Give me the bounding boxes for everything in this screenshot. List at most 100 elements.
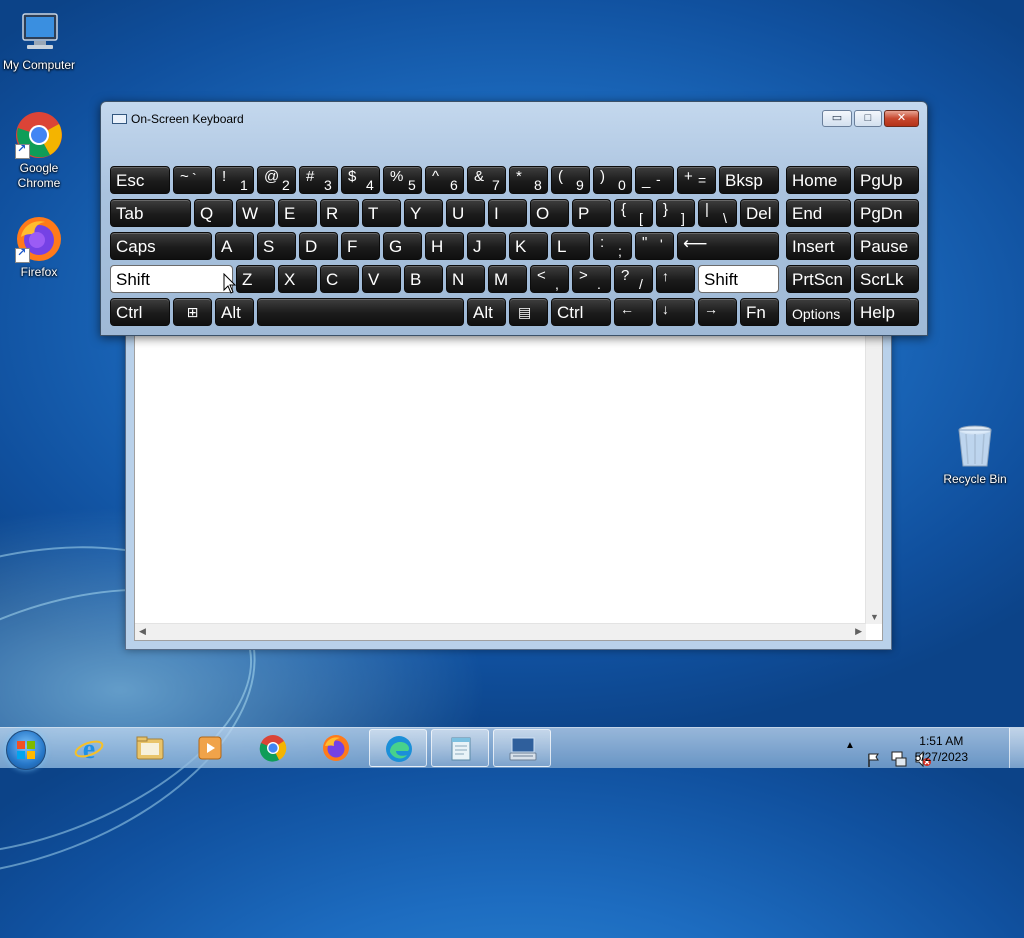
key-n[interactable]: N: [446, 265, 485, 293]
key-g[interactable]: G: [383, 232, 422, 260]
show-hidden-icons-arrow-icon[interactable]: ▲: [845, 740, 855, 780]
key-semicolon[interactable]: :;: [593, 232, 632, 260]
key-tilde[interactable]: ~ `: [173, 166, 212, 194]
key-up-arrow[interactable]: ↑: [656, 265, 695, 293]
desktop-icon-firefox[interactable]: Firefox: [1, 215, 77, 280]
key-options[interactable]: Options: [786, 298, 851, 326]
key-7[interactable]: & 7: [467, 166, 506, 194]
key-page-down[interactable]: PgDn: [854, 199, 919, 227]
key-v[interactable]: V: [362, 265, 401, 293]
key-right-bracket[interactable]: }]: [656, 199, 695, 227]
key-k[interactable]: K: [509, 232, 548, 260]
key-left-ctrl[interactable]: Ctrl: [110, 298, 170, 326]
key-right-alt[interactable]: Alt: [467, 298, 506, 326]
key-3[interactable]: #3: [299, 166, 338, 194]
key-comma[interactable]: <,: [530, 265, 569, 293]
key-fn[interactable]: Fn: [740, 298, 779, 326]
key-6[interactable]: ^ 6: [425, 166, 464, 194]
key-j[interactable]: J: [467, 232, 506, 260]
system-clock[interactable]: 1:51 AM 5/27/2023: [915, 733, 968, 765]
key-menu[interactable]: ▤: [509, 298, 548, 326]
horizontal-scrollbar[interactable]: ◀ ▶: [135, 623, 866, 640]
key-left-shift[interactable]: Shift: [110, 265, 233, 293]
vertical-scrollbar[interactable]: ▼: [865, 332, 882, 624]
key-9[interactable]: (9: [551, 166, 590, 194]
on-screen-keyboard-window[interactable]: On-Screen Keyboard ▭ □ ✕ Esc ~ ` ! 1 @2 #3…: [100, 101, 928, 336]
taskbar-google-chrome[interactable]: [244, 729, 302, 767]
key-help[interactable]: Help: [854, 298, 919, 326]
key-down-arrow[interactable]: ↓: [656, 298, 695, 326]
scroll-left-arrow-icon[interactable]: ◀: [139, 626, 146, 637]
key-left-alt[interactable]: Alt: [215, 298, 254, 326]
key-left-bracket[interactable]: {[: [614, 199, 653, 227]
editor-text-area[interactable]: ▼ ◀ ▶: [134, 331, 883, 641]
key-x[interactable]: X: [278, 265, 317, 293]
key-page-up[interactable]: PgUp: [854, 166, 919, 194]
key-insert[interactable]: Insert: [786, 232, 851, 260]
taskbar-notepad[interactable]: [431, 729, 489, 767]
key-2[interactable]: @2: [257, 166, 296, 194]
action-center-flag-icon[interactable]: [866, 740, 882, 780]
taskbar-on-screen-keyboard[interactable]: [493, 729, 551, 767]
background-editor-window[interactable]: ▼ ◀ ▶: [125, 320, 892, 650]
key-print-screen[interactable]: PrtScn: [786, 265, 851, 293]
key-period[interactable]: >.: [572, 265, 611, 293]
key-t[interactable]: T: [362, 199, 401, 227]
key-w[interactable]: W: [236, 199, 275, 227]
key-s[interactable]: S: [257, 232, 296, 260]
key-end[interactable]: End: [786, 199, 851, 227]
taskbar-microsoft-edge[interactable]: [369, 729, 427, 767]
key-pause[interactable]: Pause: [854, 232, 919, 260]
key-a[interactable]: A: [215, 232, 254, 260]
key-caps-lock[interactable]: Caps: [110, 232, 212, 260]
key-p[interactable]: P: [572, 199, 611, 227]
scroll-right-arrow-icon[interactable]: ▶: [855, 626, 862, 637]
key-right-shift[interactable]: Shift: [698, 265, 779, 293]
key-backslash[interactable]: | \: [698, 199, 737, 227]
start-button[interactable]: [6, 730, 46, 770]
key-slash[interactable]: ? /: [614, 265, 653, 293]
key-q[interactable]: Q: [194, 199, 233, 227]
close-button[interactable]: ✕: [884, 110, 919, 127]
network-icon[interactable]: [890, 739, 908, 779]
show-desktop-button[interactable]: [1009, 728, 1024, 768]
window-titlebar[interactable]: On-Screen Keyboard ▭ □ ✕: [101, 102, 927, 132]
key-enter[interactable]: ⟵: [677, 232, 779, 260]
key-delete[interactable]: Del: [740, 199, 779, 227]
desktop-icon-recycle-bin[interactable]: Recycle Bin: [937, 422, 1013, 487]
key-u[interactable]: U: [446, 199, 485, 227]
key-plus[interactable]: + =: [677, 166, 716, 194]
key-left-arrow[interactable]: ←: [614, 298, 653, 326]
key-tab[interactable]: Tab: [110, 199, 191, 227]
taskbar-internet-explorer[interactable]: e: [60, 729, 118, 767]
taskbar-firefox[interactable]: [307, 729, 365, 767]
taskbar-file-explorer[interactable]: [121, 729, 179, 767]
key-1[interactable]: ! 1: [215, 166, 254, 194]
key-m[interactable]: M: [488, 265, 527, 293]
desktop-icon-my-computer[interactable]: My Computer: [1, 8, 77, 73]
key-o[interactable]: O: [530, 199, 569, 227]
key-0[interactable]: ) 0: [593, 166, 632, 194]
key-b[interactable]: B: [404, 265, 443, 293]
key-h[interactable]: H: [425, 232, 464, 260]
key-c[interactable]: C: [320, 265, 359, 293]
key-scroll-lock[interactable]: ScrLk: [854, 265, 919, 293]
key-i[interactable]: I: [488, 199, 527, 227]
key-l[interactable]: L: [551, 232, 590, 260]
key-right-arrow[interactable]: →: [698, 298, 737, 326]
scroll-down-arrow-icon[interactable]: ▼: [870, 612, 879, 622]
key-4[interactable]: $4: [341, 166, 380, 194]
taskbar-media-player[interactable]: [181, 729, 239, 767]
desktop-icon-google-chrome[interactable]: Google Chrome: [1, 111, 77, 191]
key-5[interactable]: % 5: [383, 166, 422, 194]
key-z[interactable]: Z: [236, 265, 275, 293]
maximize-button[interactable]: □: [854, 110, 882, 127]
key-quote[interactable]: " ': [635, 232, 674, 260]
key-space[interactable]: [257, 298, 464, 326]
key-backspace[interactable]: Bksp: [719, 166, 779, 194]
key-right-ctrl[interactable]: Ctrl: [551, 298, 611, 326]
key-8[interactable]: * 8: [509, 166, 548, 194]
minimize-button[interactable]: ▭: [822, 110, 852, 127]
key-e[interactable]: E: [278, 199, 317, 227]
key-windows[interactable]: ⊞: [173, 298, 212, 326]
